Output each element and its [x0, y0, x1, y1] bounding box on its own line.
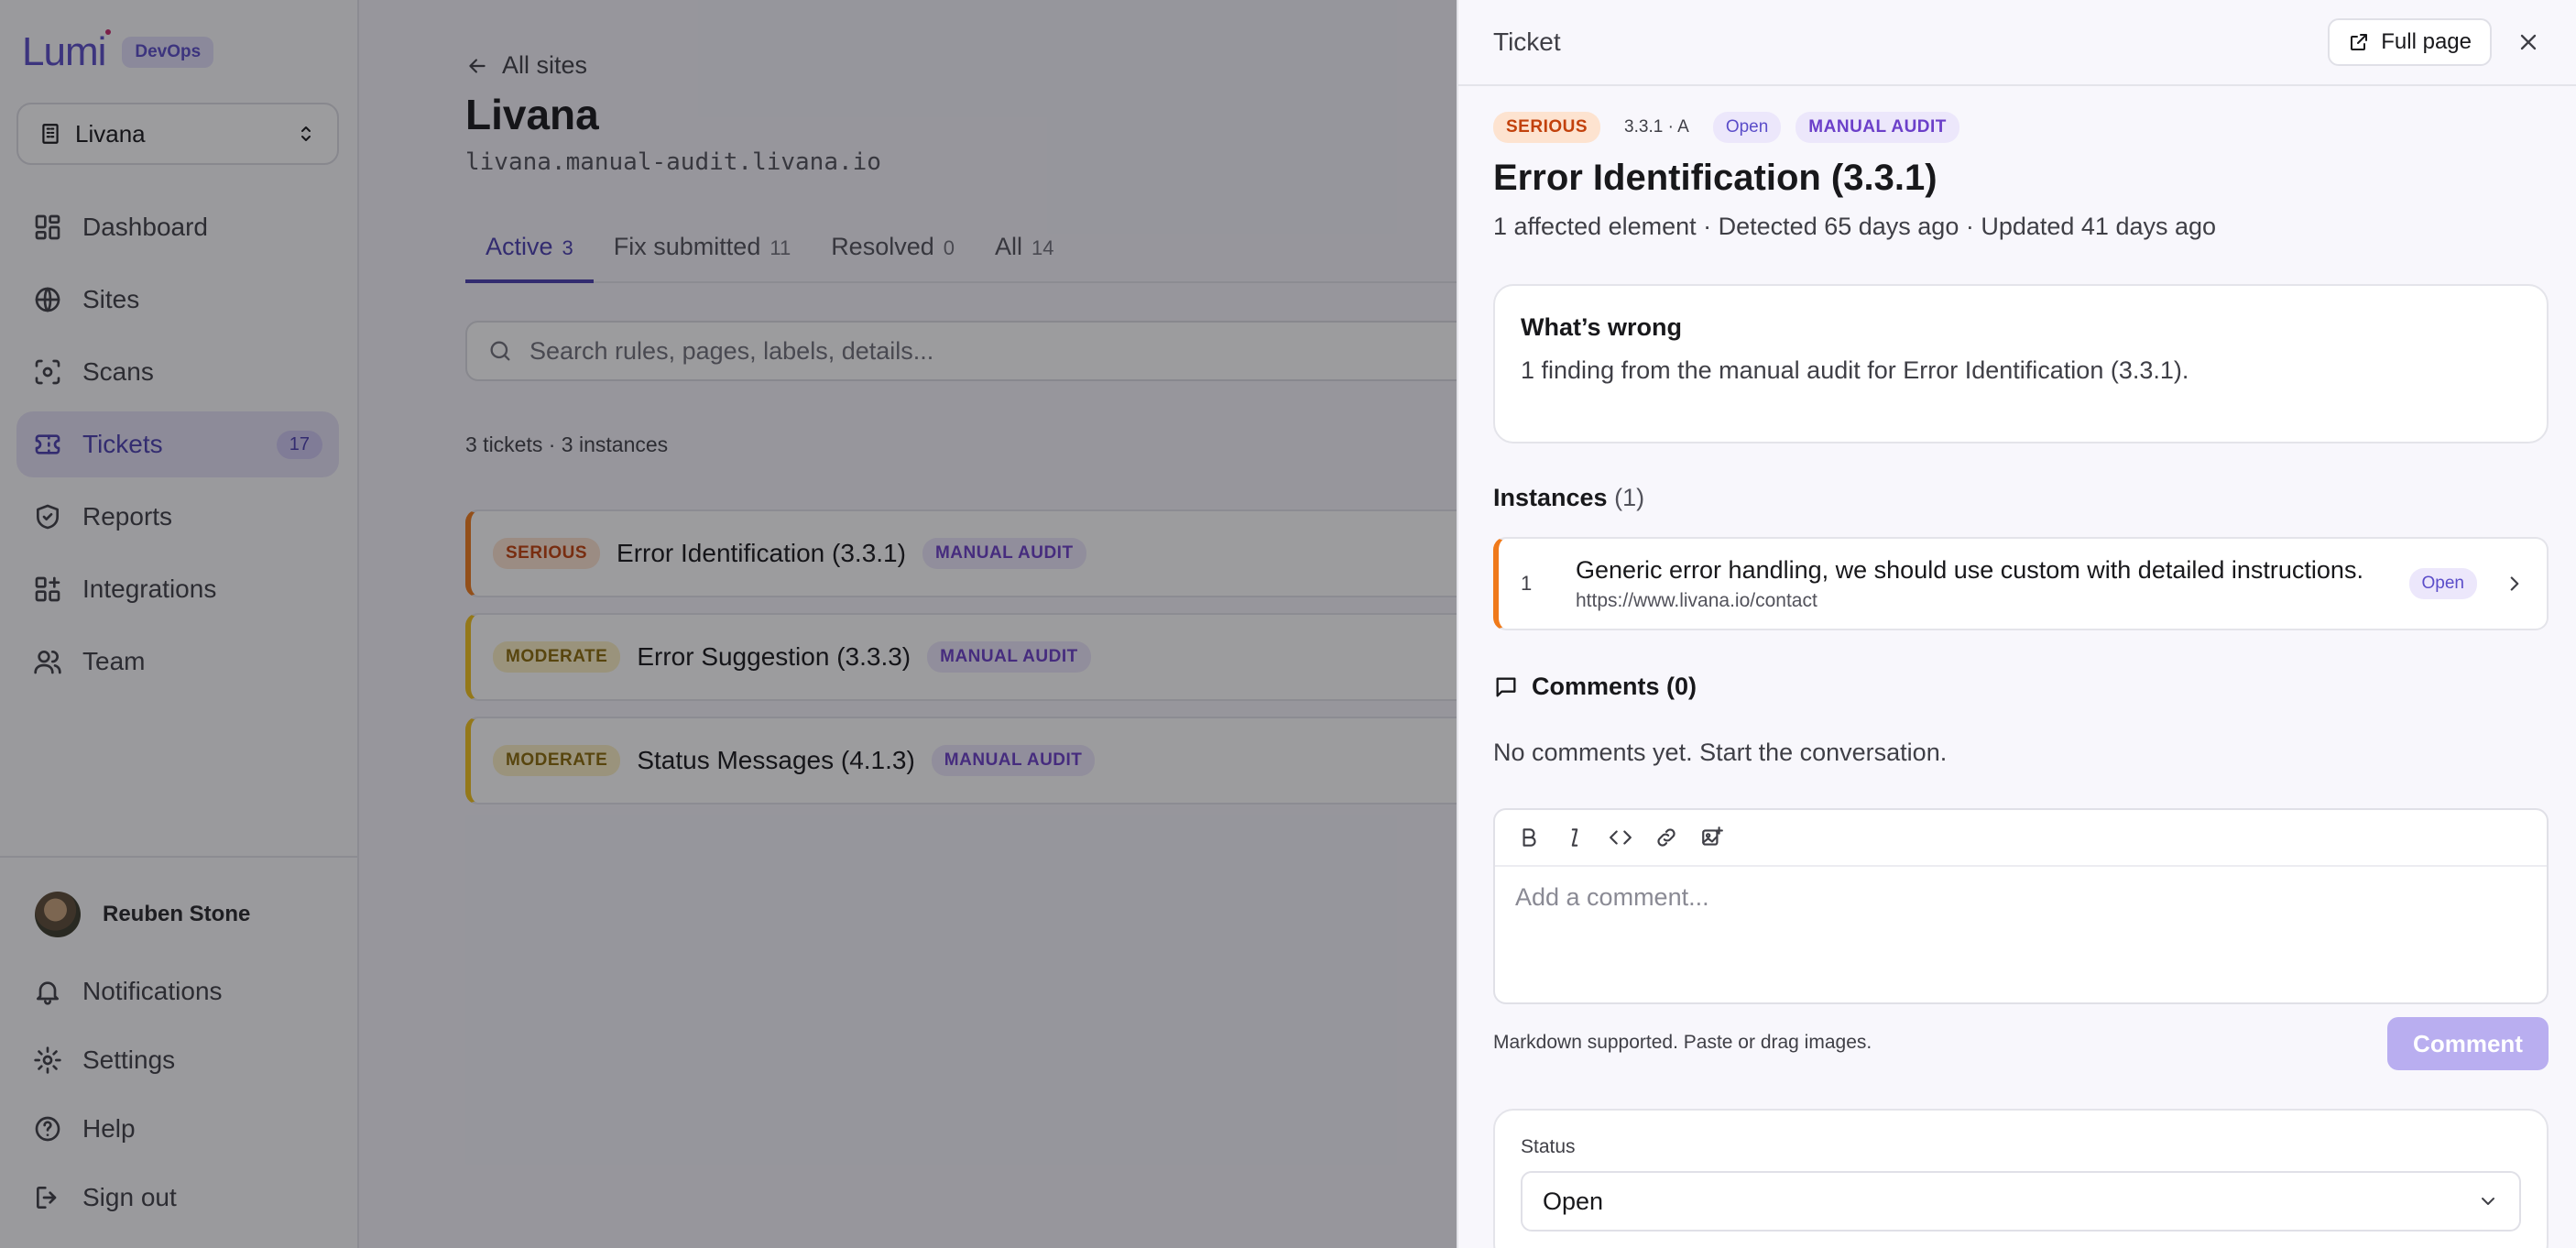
status-badge: Open	[1712, 112, 1782, 143]
drawer-title: Ticket	[1493, 27, 1561, 56]
italic-icon	[1571, 828, 1578, 847]
comment-icon	[1496, 677, 1516, 696]
whats-wrong-heading: What’s wrong	[1521, 313, 1682, 341]
external-link-icon	[2351, 34, 2368, 50]
ticket-meta: 1 affected element · Detected 65 days ag…	[1493, 213, 2217, 240]
full-page-label: Full page	[2381, 29, 2472, 54]
markdown-hint: Markdown supported. Paste or drag images…	[1493, 1032, 1872, 1053]
link-icon	[1657, 828, 1675, 847]
comment-input[interactable]	[1495, 867, 2547, 1001]
source-badge: MANUAL AUDIT	[1796, 112, 1959, 143]
close-icon	[2520, 34, 2537, 50]
comment-submit-button[interactable]: Comment	[2387, 1017, 2549, 1070]
editor-toolbar	[1495, 810, 2547, 867]
whats-wrong-card: What’s wrong 1 finding from the manual a…	[1493, 284, 2549, 443]
bold-button[interactable]	[1513, 822, 1545, 853]
chevron-right-icon	[2510, 576, 2519, 591]
whats-wrong-text: 1 finding from the manual audit for Erro…	[1521, 356, 2189, 384]
instance-status-badge: Open	[2408, 568, 2477, 599]
comment-editor	[1493, 808, 2549, 1004]
ticket-drawer: Ticket Full page SERIOUS 3.3.1 · A Open …	[1457, 0, 2576, 1248]
full-page-button[interactable]: Full page	[2328, 18, 2492, 66]
ticket-tags: SERIOUS 3.3.1 · A Open MANUAL AUDIT	[1493, 112, 1959, 143]
severity-badge: SERIOUS	[1493, 112, 1601, 143]
italic-button[interactable]	[1559, 822, 1590, 853]
chevron-down-icon	[2482, 1198, 2494, 1205]
ticket-title: Error Identification (3.3.1)	[1493, 158, 1937, 198]
status-select-value: Open	[1543, 1187, 1604, 1215]
instance-details: Generic error handling, we should use cu…	[1576, 556, 2391, 612]
criterion-badge: 3.3.1 · A	[1624, 117, 1689, 137]
empty-comments-text: No comments yet. Start the conversation.	[1493, 739, 1948, 766]
instance-url: https://www.livana.io/contact	[1576, 589, 1817, 611]
comments-heading: Comments (0)	[1493, 673, 1697, 701]
status-label: Status	[1521, 1136, 1576, 1157]
instance-row[interactable]: 1 Generic error handling, we should use …	[1493, 537, 2549, 630]
instance-number: 1	[1521, 572, 1533, 595]
code-icon	[1610, 830, 1632, 845]
image-button[interactable]	[1697, 822, 1728, 853]
instances-heading: Instances (1)	[1493, 484, 1645, 511]
modal-backdrop[interactable]	[0, 0, 1457, 1248]
status-card: Status Open	[1493, 1109, 2549, 1248]
drawer-header: Ticket Full page	[1458, 0, 2576, 86]
image-add-icon	[1702, 827, 1723, 846]
instances-count: (1)	[1614, 484, 1645, 511]
close-button[interactable]	[2516, 29, 2541, 55]
link-button[interactable]	[1651, 822, 1682, 853]
status-select[interactable]: Open	[1521, 1171, 2521, 1232]
instance-description: Generic error handling, we should use cu…	[1576, 555, 2363, 584]
bold-icon	[1523, 828, 1536, 847]
code-button[interactable]	[1605, 822, 1636, 853]
